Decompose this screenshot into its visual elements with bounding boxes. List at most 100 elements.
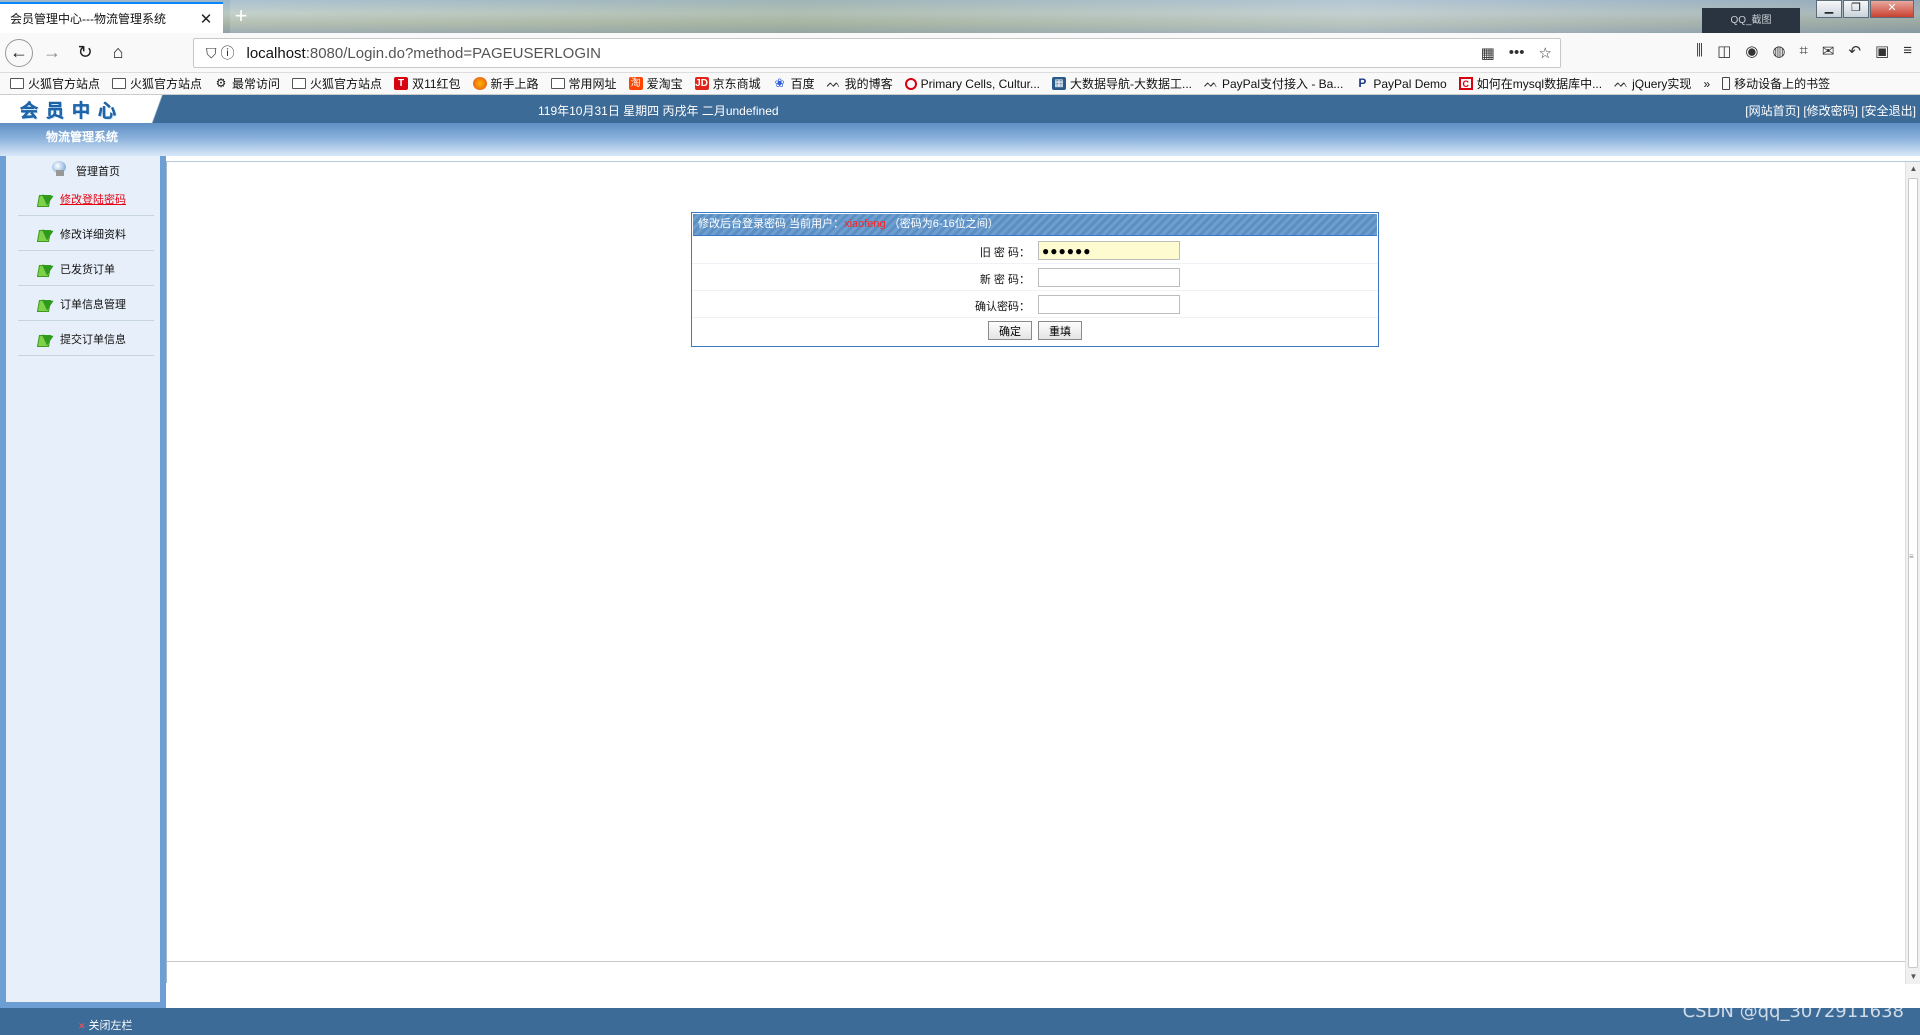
bookmark-label: 常用网址	[568, 77, 617, 91]
undo-icon[interactable]: ↶	[1848, 42, 1861, 60]
sidebar-item-change-password[interactable]: 修改登陆密码	[18, 182, 154, 216]
vertical-scrollbar[interactable]: ▲ ≡ ▼	[1905, 162, 1920, 984]
close-sidebar-button[interactable]: ✕ 关闭左栏	[78, 1017, 133, 1033]
more-actions-icon[interactable]: •••	[1509, 44, 1525, 62]
info-icon[interactable]: ⓘ	[221, 43, 235, 63]
forward-button[interactable]: →	[38, 39, 66, 67]
library-icon[interactable]: ⫼	[1696, 42, 1703, 60]
confirm-button[interactable]: 确定	[988, 321, 1032, 340]
opera-icon	[904, 77, 917, 90]
green-arrow-icon	[38, 332, 56, 346]
header-links: [网站首页] [修改密码] [安全退出]	[1745, 102, 1916, 119]
logo-area: 会员中心	[0, 95, 168, 123]
bookmark-item[interactable]: ᨓ PayPal支付接入 - Ba...	[1204, 75, 1343, 92]
bookmark-item[interactable]: 常用网址	[550, 75, 617, 92]
change-password-link[interactable]: [修改密码]	[1803, 104, 1858, 118]
close-sidebar-label: 关闭左栏	[88, 1020, 133, 1032]
bookmark-label: 爱淘宝	[646, 77, 683, 91]
chat-icon[interactable]: ✉	[1822, 42, 1835, 60]
bookmark-label: 移动设备上的书签	[1734, 77, 1831, 91]
horizontal-scrollbar[interactable]	[167, 961, 1905, 983]
scroll-up-icon[interactable]: ▲	[1906, 162, 1920, 176]
globe-icon[interactable]: ◍	[1772, 42, 1785, 60]
site-home-link[interactable]: [网站首页]	[1745, 104, 1800, 118]
menu-icon[interactable]: ≡	[1903, 42, 1912, 60]
bookmark-label: 大数据导航-大数据工...	[1069, 77, 1192, 91]
bookmark-star-icon[interactable]: ☆	[1539, 44, 1552, 62]
new-password-label: 新 密 码：	[979, 274, 1030, 286]
bookmark-item[interactable]: 火狐官方站点	[292, 75, 382, 92]
bookmark-item[interactable]: Primary Cells, Cultur...	[904, 77, 1040, 91]
account-icon[interactable]: ◉	[1745, 42, 1758, 60]
csdn-icon: ᨓ	[826, 76, 841, 90]
bookmark-item[interactable]: C 如何在mysql数据库中...	[1458, 75, 1603, 92]
old-password-field[interactable]	[1038, 241, 1180, 260]
bookmark-label: PayPal支付接入 - Ba...	[1221, 77, 1344, 91]
bookmark-label: 新手上路	[490, 77, 539, 91]
close-tab-icon[interactable]: ✕	[199, 10, 213, 28]
reset-button[interactable]: 重填	[1038, 321, 1082, 340]
reload-button[interactable]: ↻	[71, 39, 99, 67]
new-tab-button[interactable]: +	[230, 4, 252, 28]
restore-button[interactable]: ❐	[1843, 0, 1869, 18]
green-arrow-icon	[38, 227, 56, 241]
bookmark-label: 我的博客	[844, 77, 893, 91]
bookmark-item[interactable]: 火狐官方站点	[10, 75, 100, 92]
dbnav-icon: ▦	[1051, 77, 1066, 90]
globe-computer-icon	[50, 161, 70, 179]
sidebar-item-label: 修改登陆密码	[60, 193, 126, 206]
bookmark-item[interactable]: ⚙ 最常访问	[214, 75, 280, 92]
sidebar-home-label: 管理首页	[76, 166, 120, 178]
sidebar-toggle-icon[interactable]: ◫	[1717, 42, 1731, 60]
green-arrow-icon	[38, 297, 56, 311]
sidebar-item-label: 订单信息管理	[60, 298, 126, 311]
bookmark-label: 火狐官方站点	[130, 77, 203, 91]
bookmark-item[interactable]: T 双11红包	[394, 75, 461, 92]
bookmark-label: 双11红包	[412, 77, 461, 91]
minimize-button[interactable]: ▁	[1816, 0, 1842, 18]
scroll-down-icon[interactable]: ▼	[1906, 970, 1920, 984]
url-host: localhost	[246, 44, 306, 62]
logo-divider	[148, 95, 168, 123]
form-header-hint: （密码为6-16位之间）	[888, 218, 999, 230]
browser-tab[interactable]: 会员管理中心---物流管理系统 ✕	[0, 2, 223, 33]
window-close-button[interactable]: ✕	[1870, 0, 1914, 18]
bookmark-item[interactable]: ᨓ jQuery实现	[1614, 75, 1691, 92]
sidebar-item-submit-order[interactable]: 提交订单信息	[18, 322, 154, 356]
bookmark-item[interactable]: JD 京东商城	[694, 75, 761, 92]
left-sidebar: 管理首页 修改登陆密码 修改详细资料 已发货订单 订单信息管理 提交订单信息	[0, 156, 166, 1008]
sidebar-menu: 管理首页 修改登陆密码 修改详细资料 已发货订单 订单信息管理 提交订单信息	[6, 156, 160, 1002]
bookmark-item[interactable]: ᨓ 我的博客	[827, 75, 893, 92]
close-icon: ✕	[78, 1021, 86, 1031]
url-text[interactable]: localhost:8080/Login.do?method=PAGEUSERL…	[247, 45, 1481, 62]
bookmark-item[interactable]: P PayPal Demo	[1355, 77, 1446, 91]
bookmarks-overflow-icon[interactable]: »	[1703, 77, 1710, 91]
bookmark-item[interactable]: 移动设备上的书签	[1722, 75, 1830, 92]
logout-link[interactable]: [安全退出]	[1861, 104, 1916, 118]
sidebar-item-edit-profile[interactable]: 修改详细资料	[18, 217, 154, 251]
bookmark-item[interactable]: 新手上路	[472, 75, 539, 92]
sidebar-item-order-management[interactable]: 订单信息管理	[18, 287, 154, 321]
shield-icon[interactable]: ⛉	[206, 45, 217, 62]
extensions-icon[interactable]: ▣	[1875, 42, 1889, 60]
system-title-bar: 物流管理系统	[0, 123, 1920, 156]
bookmark-label: 如何在mysql数据库中...	[1476, 77, 1603, 91]
bookmark-item[interactable]: 火狐官方站点	[112, 75, 202, 92]
folder-icon	[292, 78, 307, 89]
form-header-prefix: 修改后台登录密码 当前用户：	[698, 218, 845, 230]
bookmark-item[interactable]: ❀ 百度	[773, 75, 815, 92]
bookmark-item[interactable]: 淘爱淘宝	[628, 75, 683, 92]
home-button[interactable]: ⌂	[104, 39, 132, 67]
back-button[interactable]: ←	[5, 38, 33, 67]
address-bar[interactable]: ⛉ ⓘ localhost:8080/Login.do?method=PAGEU…	[193, 38, 1561, 68]
sidebar-item-shipped-orders[interactable]: 已发货订单	[18, 252, 154, 286]
bookmark-item[interactable]: ▦ 大数据导航-大数据工...	[1051, 75, 1192, 92]
gear-icon: ⚙	[215, 76, 227, 90]
confirm-password-field[interactable]	[1038, 295, 1180, 314]
bookmark-label: PayPal Demo	[1373, 76, 1447, 91]
crop-icon[interactable]: ⌗	[1799, 42, 1807, 60]
qr-code-icon[interactable]: ▦	[1481, 44, 1495, 62]
sidebar-home[interactable]: 管理首页	[50, 161, 120, 179]
scroll-thumb[interactable]	[1908, 178, 1918, 968]
new-password-field[interactable]	[1038, 268, 1180, 287]
